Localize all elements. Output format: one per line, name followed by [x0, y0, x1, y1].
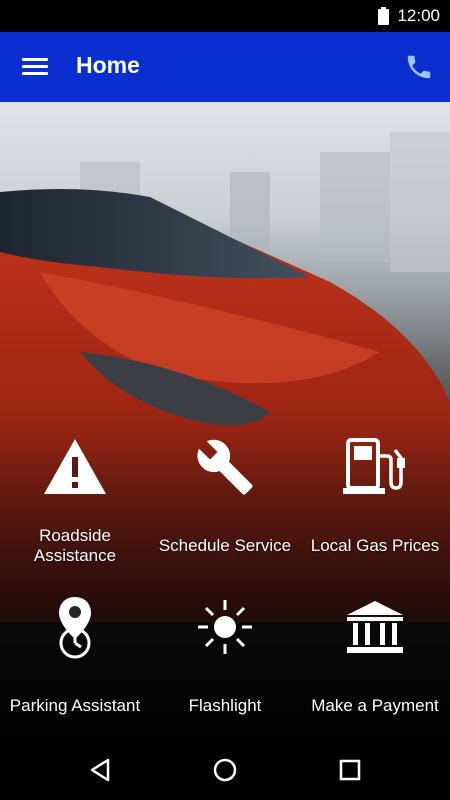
back-icon[interactable] [86, 756, 114, 784]
tile-roadside-assistance[interactable]: Roadside Assistance [0, 432, 150, 582]
menu-icon[interactable] [22, 58, 48, 76]
home-icon[interactable] [211, 756, 239, 784]
phone-icon[interactable] [404, 52, 434, 82]
tile-make-a-payment[interactable]: Make a Payment [300, 592, 450, 740]
tile-label: Flashlight [188, 696, 262, 715]
sun-icon [190, 592, 260, 662]
warning-icon [40, 432, 110, 502]
page-title: Home [76, 52, 140, 78]
tile-label: Schedule Service [158, 536, 292, 555]
status-time: 12:00 [397, 6, 440, 25]
home-grid: Roadside Assistance Schedule Service Loc… [0, 102, 450, 740]
tile-label: Parking Assistant [9, 696, 141, 715]
app-bar: Home [0, 32, 450, 102]
battery-icon [378, 7, 390, 25]
wrench-icon [190, 432, 260, 502]
status-bar: 12:00 [0, 0, 450, 32]
tile-schedule-service[interactable]: Schedule Service [150, 432, 300, 582]
gas-pump-icon [340, 432, 410, 502]
location-pin-icon [40, 592, 110, 662]
tile-local-gas-prices[interactable]: Local Gas Prices [300, 432, 450, 582]
navigation-bar [0, 740, 450, 800]
tile-flashlight[interactable]: Flashlight [150, 592, 300, 740]
tile-parking-assistant[interactable]: Parking Assistant [0, 592, 150, 740]
tile-label: Roadside Assistance [33, 526, 117, 565]
recents-icon[interactable] [336, 756, 364, 784]
tile-label: Make a Payment [311, 696, 439, 715]
tile-label: Local Gas Prices [310, 536, 440, 555]
bank-icon [340, 592, 410, 662]
